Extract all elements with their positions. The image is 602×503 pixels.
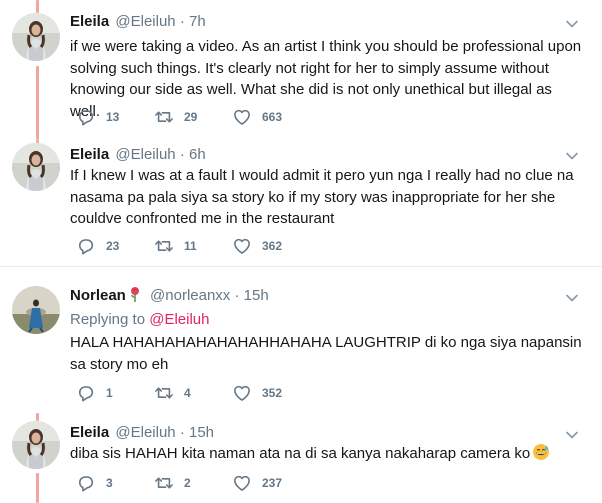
replying-to: Replying to @Eleiluh [70, 310, 209, 329]
like-button[interactable]: 362 [232, 236, 282, 256]
retweet-button[interactable]: 29 [154, 107, 197, 127]
retweet-count: 4 [184, 386, 191, 400]
tweet-header: Eleila @Eleiluh · 7h [70, 12, 206, 31]
tweet[interactable]: Eleila @Eleiluh · 6h If I knew I was at … [0, 140, 602, 266]
chevron-down-icon[interactable] [564, 427, 580, 443]
timestamp[interactable]: 15h [244, 287, 269, 304]
like-button[interactable]: 663 [232, 107, 282, 127]
retweet-icon [154, 236, 174, 256]
retweet-count: 29 [184, 110, 198, 124]
reply-icon [76, 383, 96, 403]
reply-count: 23 [106, 239, 120, 253]
chevron-down-icon[interactable] [564, 16, 580, 32]
like-count: 352 [262, 386, 283, 400]
avatar[interactable] [12, 13, 60, 61]
retweet-icon [154, 107, 174, 127]
reply-button[interactable]: 1 [76, 383, 113, 403]
avatar[interactable] [12, 286, 60, 334]
heart-icon [232, 107, 252, 127]
like-button[interactable]: 352 [232, 383, 282, 403]
tweet-actions: 1 4 352 [70, 383, 590, 403]
heart-icon [232, 473, 252, 493]
display-name[interactable]: Eleila [70, 13, 109, 30]
tweet[interactable]: Norlean @norleanxx · 15h Replying to @El… [0, 267, 602, 413]
reply-count: 13 [106, 110, 120, 124]
replying-to-label: Replying to [70, 311, 150, 328]
like-button[interactable]: 237 [232, 473, 282, 493]
tweet[interactable]: Eleila @Eleiluh · 15h diba sis HAHAH kit… [0, 413, 602, 503]
separator: · [179, 146, 185, 163]
retweet-icon [154, 473, 174, 493]
tweet-header: Eleila @Eleiluh · 15h [70, 423, 214, 442]
grinning-sweat-emoji [533, 444, 550, 460]
tweet-text: HALA HAHAHAHAHAHAHAHHAHAHA LAUGHTRIP di … [70, 334, 582, 373]
mention-link[interactable]: @Eleiluh [149, 311, 209, 328]
reply-icon [76, 236, 96, 256]
avatar[interactable] [12, 421, 60, 469]
retweet-icon [154, 383, 174, 403]
heart-icon [232, 236, 252, 256]
thread-line [36, 413, 39, 421]
timestamp[interactable]: 7h [189, 13, 206, 30]
like-count: 362 [262, 239, 283, 253]
tweet-actions: 13 29 663 [70, 107, 590, 127]
username[interactable]: @Eleiluh [115, 424, 175, 441]
separator: · [179, 13, 185, 30]
tweet-actions: 23 11 362 [70, 236, 590, 256]
retweet-button[interactable]: 4 [154, 383, 191, 403]
like-count: 237 [262, 476, 283, 490]
tweet-header: Eleila @Eleiluh · 6h [70, 145, 206, 164]
reply-button[interactable]: 3 [76, 473, 113, 493]
tweet-text: If I knew I was at a fault I would admit… [70, 167, 574, 227]
retweet-button[interactable]: 2 [154, 473, 191, 493]
tweet-header: Norlean @norleanxx · 15h [70, 286, 269, 305]
retweet-count: 11 [184, 239, 197, 253]
display-name[interactable]: Norlean [70, 287, 126, 304]
username[interactable]: @Eleiluh [115, 13, 175, 30]
retweet-button[interactable]: 11 [154, 236, 197, 256]
reply-count: 1 [106, 386, 113, 400]
thread-line [36, 473, 39, 503]
thread-line [36, 0, 39, 13]
thread-line [36, 66, 39, 140]
username[interactable]: @norleanxx [150, 287, 230, 304]
like-count: 663 [262, 110, 283, 124]
retweet-count: 2 [184, 476, 191, 490]
reply-count: 3 [106, 476, 113, 490]
tweet-text: diba sis HAHAH kita naman ata na di sa k… [70, 443, 582, 465]
chevron-down-icon[interactable] [564, 290, 580, 306]
timestamp[interactable]: 15h [189, 424, 214, 441]
username[interactable]: @Eleiluh [115, 146, 175, 163]
separator: · [179, 424, 185, 441]
reply-button[interactable]: 13 [76, 107, 119, 127]
reply-button[interactable]: 23 [76, 236, 119, 256]
reply-icon [76, 473, 96, 493]
timestamp[interactable]: 6h [189, 146, 206, 163]
avatar[interactable] [12, 143, 60, 191]
tweet[interactable]: Eleila @Eleiluh · 7h if we were taking a… [0, 0, 602, 140]
tweet-text-content: diba sis HAHAH kita naman ata na di sa k… [70, 445, 531, 462]
separator: · [234, 287, 240, 304]
display-name[interactable]: Eleila [70, 146, 109, 163]
reply-icon [76, 107, 96, 127]
tweet-actions: 3 2 237 [70, 473, 590, 493]
chevron-down-icon[interactable] [564, 148, 580, 164]
display-name[interactable]: Eleila [70, 424, 109, 441]
heart-icon [232, 383, 252, 403]
rose-emoji [130, 287, 139, 302]
